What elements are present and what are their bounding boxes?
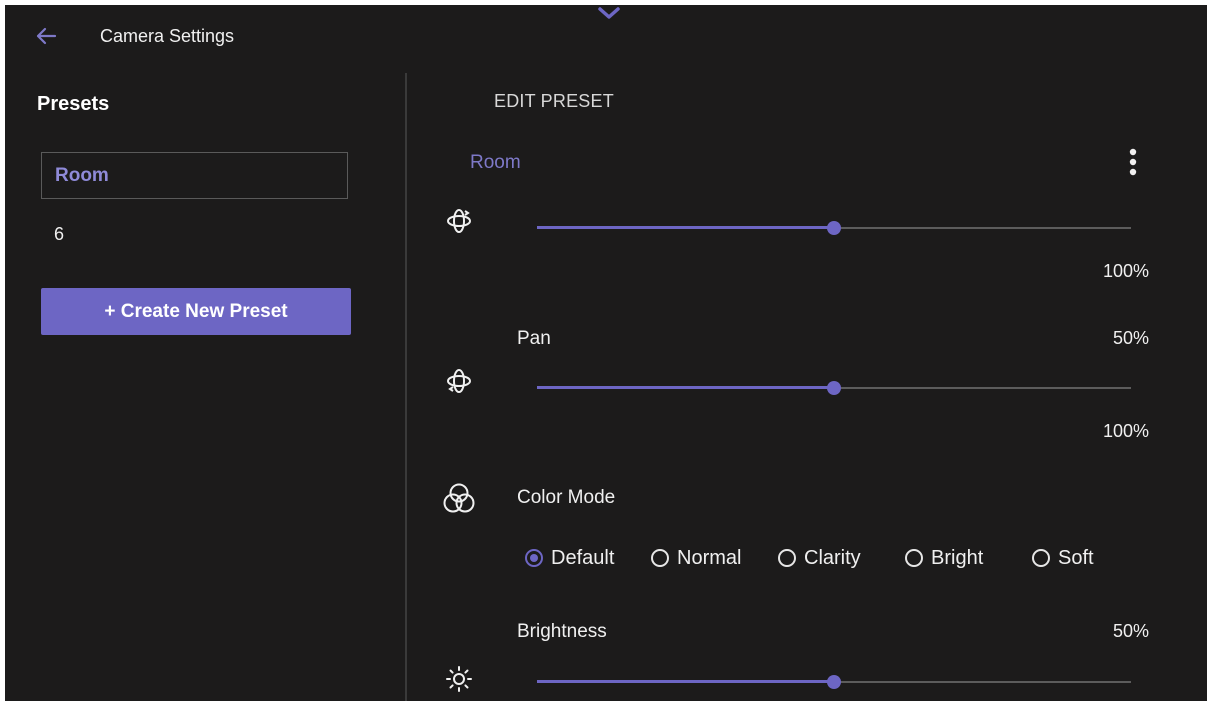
preset-item-label: 6 [54, 224, 65, 244]
radio-unselected-icon [651, 549, 669, 567]
radio-label: Soft [1058, 546, 1094, 569]
radio-unselected-icon [905, 549, 923, 567]
preset-item-room[interactable]: Room [41, 152, 348, 199]
rotate-3d-icon [447, 209, 471, 233]
brightness-slider[interactable] [537, 672, 1131, 692]
camera-settings-screen: Camera Settings Presets Room 6 + Create … [5, 5, 1207, 701]
color-circles-icon [443, 483, 475, 513]
slider-thumb[interactable] [827, 381, 841, 395]
radio-default[interactable]: Default [525, 545, 614, 571]
brightness-value: 50% [1112, 621, 1149, 641]
sun-icon [446, 666, 472, 692]
pan-label: Pan [517, 328, 551, 349]
slider-fill [537, 226, 834, 229]
radio-unselected-icon [1032, 549, 1050, 567]
radio-bright[interactable]: Bright [905, 545, 983, 571]
pane-divider [405, 73, 407, 701]
edit-preset-heading: EDIT PRESET [494, 91, 614, 111]
rotation-slider[interactable] [537, 218, 1131, 238]
page-title: Camera Settings [100, 26, 235, 46]
rotation-max-value: 100% [1102, 261, 1149, 281]
presets-heading: Presets [37, 93, 110, 115]
radio-label: Default [551, 546, 615, 569]
radio-label: Clarity [804, 546, 861, 569]
preset-item-label: Room [55, 164, 109, 186]
pan-slider[interactable] [537, 378, 1131, 398]
radio-clarity[interactable]: Clarity [778, 545, 861, 571]
preset-item-6[interactable]: 6 [54, 224, 64, 245]
back-arrow-icon[interactable] [33, 23, 59, 49]
preset-name: Room [470, 152, 521, 173]
slider-thumb[interactable] [827, 675, 841, 689]
more-vertical-icon[interactable] [1122, 145, 1144, 181]
slider-thumb[interactable] [827, 221, 841, 235]
pan-value: 50% [1112, 328, 1149, 348]
brightness-label: Brightness [517, 621, 607, 642]
create-new-preset-button[interactable]: + Create New Preset [41, 288, 351, 335]
radio-soft[interactable]: Soft [1032, 545, 1094, 571]
radio-normal[interactable]: Normal [651, 545, 741, 571]
radio-unselected-icon [778, 549, 796, 567]
rotate-3d-icon [447, 369, 471, 393]
color-mode-label: Color Mode [517, 487, 616, 508]
radio-label: Bright [931, 546, 984, 569]
chevron-down-icon[interactable] [595, 5, 623, 25]
slider-fill [537, 680, 834, 683]
pan-max-value: 100% [1102, 421, 1149, 441]
radio-label: Normal [677, 546, 742, 569]
slider-fill [537, 386, 834, 389]
radio-selected-icon [525, 549, 543, 567]
